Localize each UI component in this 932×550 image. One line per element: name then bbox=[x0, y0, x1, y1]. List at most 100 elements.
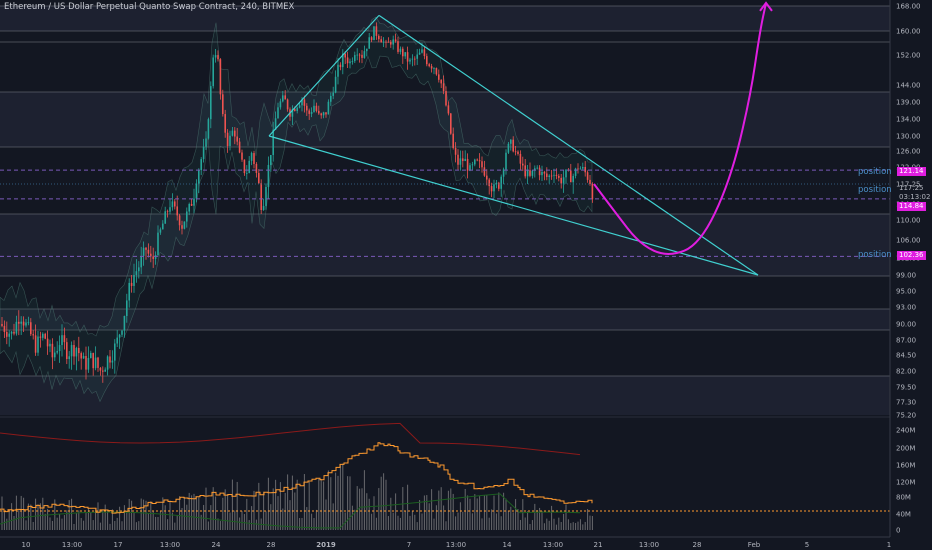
candle-body bbox=[438, 74, 440, 80]
candle-body bbox=[452, 133, 454, 148]
time-tick-label: 13:00 bbox=[543, 541, 563, 549]
trading-chart[interactable]: 168.00 160.00 152.00 144.00 139.00 134.00 130.… bbox=[0, 0, 932, 550]
time-tick-label: 17 bbox=[114, 541, 123, 549]
candle-body bbox=[214, 55, 217, 58]
zone-band bbox=[0, 376, 890, 415]
candle-body bbox=[157, 232, 159, 256]
candle-body bbox=[123, 315, 126, 331]
candle-body bbox=[15, 321, 18, 334]
candle-body bbox=[553, 174, 555, 176]
candle-body bbox=[130, 282, 133, 286]
candle-body bbox=[6, 332, 8, 337]
candle-body bbox=[82, 356, 85, 359]
candle-body bbox=[462, 158, 464, 162]
candle-body bbox=[423, 49, 426, 57]
candle-body bbox=[450, 113, 452, 134]
candle-body bbox=[193, 198, 195, 206]
candle-body bbox=[296, 107, 298, 111]
candle-body bbox=[414, 58, 416, 60]
candle-body bbox=[586, 172, 589, 180]
position-label-lower[interactable]: position bbox=[858, 250, 892, 260]
candle-body bbox=[454, 147, 457, 155]
candle-body bbox=[190, 203, 193, 206]
price-tick-label: 110.00 bbox=[896, 217, 921, 225]
price-tick-label: 99.00 bbox=[896, 272, 916, 280]
candle-body bbox=[522, 163, 524, 166]
candle-body bbox=[262, 205, 265, 210]
candle-body bbox=[306, 105, 308, 111]
candle-body bbox=[538, 167, 541, 176]
position-label-mid[interactable]: position bbox=[858, 185, 892, 195]
candle-body bbox=[322, 112, 325, 116]
time-tick-label: 21 bbox=[594, 541, 603, 549]
candle-body bbox=[284, 95, 286, 100]
candle-body bbox=[565, 169, 567, 178]
candle-body bbox=[73, 345, 75, 357]
candle-body bbox=[145, 247, 147, 250]
candle-body bbox=[418, 52, 421, 55]
candle-body bbox=[94, 357, 97, 369]
time-tick-label: 14 bbox=[503, 541, 512, 549]
candle-body bbox=[483, 167, 486, 176]
position-price-tag-mid: 114.84 bbox=[897, 202, 926, 211]
time-tick-label: 28 bbox=[693, 541, 702, 549]
candle-body bbox=[474, 159, 476, 165]
candle-body bbox=[39, 336, 42, 338]
candle-body bbox=[92, 352, 94, 369]
candle-body bbox=[272, 129, 274, 155]
candle-body bbox=[351, 61, 354, 62]
candle-body bbox=[392, 39, 394, 45]
candle-body bbox=[70, 345, 73, 357]
time-tick-label: Feb bbox=[748, 541, 761, 549]
candle-body bbox=[318, 110, 320, 114]
candle-body bbox=[541, 171, 543, 176]
time-tick-label: 28 bbox=[267, 541, 276, 549]
candle-body bbox=[90, 352, 92, 359]
indicator-tick-label: 40M bbox=[896, 511, 911, 519]
candle-body bbox=[13, 331, 15, 334]
time-tick-label: 13:00 bbox=[160, 541, 180, 549]
candle-body bbox=[332, 92, 334, 96]
candle-body bbox=[373, 26, 375, 41]
candle-body bbox=[219, 59, 222, 95]
time-tick-label: 10 bbox=[22, 541, 31, 549]
candle-body bbox=[162, 223, 164, 230]
candle-body bbox=[114, 343, 116, 361]
candle-body bbox=[310, 111, 313, 114]
candle-body bbox=[298, 105, 301, 108]
candle-body bbox=[476, 159, 478, 161]
candle-body bbox=[481, 161, 483, 168]
candle-body bbox=[22, 321, 25, 326]
candle-body bbox=[104, 369, 106, 372]
candle-body bbox=[135, 271, 138, 276]
candle-body bbox=[390, 42, 392, 45]
candle-body bbox=[226, 132, 229, 146]
indicator-tick-label: 80M bbox=[896, 494, 911, 502]
candle-body bbox=[327, 101, 330, 115]
candle-body bbox=[63, 335, 66, 343]
candle-body bbox=[344, 53, 346, 58]
candle-body bbox=[75, 347, 78, 357]
candle-body bbox=[37, 336, 39, 353]
candle-body bbox=[471, 164, 474, 166]
position-label-upper[interactable]: position bbox=[858, 167, 892, 177]
candle-body bbox=[34, 335, 37, 353]
candle-body bbox=[202, 146, 205, 160]
candle-body bbox=[505, 152, 507, 170]
candle-body bbox=[58, 345, 61, 352]
candle-body bbox=[320, 113, 322, 116]
candle-body bbox=[241, 152, 243, 160]
price-tick-label: 168.00 bbox=[896, 3, 921, 11]
candle-body bbox=[531, 170, 534, 176]
candle-body bbox=[258, 172, 260, 184]
candle-body bbox=[404, 52, 406, 57]
candle-body bbox=[142, 247, 145, 256]
candle-body bbox=[334, 76, 337, 93]
candle-body bbox=[478, 160, 481, 162]
candle-body bbox=[171, 201, 174, 208]
countdown-tag: 03:13:02 bbox=[899, 193, 931, 201]
candle-body bbox=[529, 170, 531, 176]
candle-body bbox=[550, 175, 553, 177]
candle-body bbox=[433, 68, 435, 69]
price-tick-label: 82.00 bbox=[896, 368, 916, 376]
